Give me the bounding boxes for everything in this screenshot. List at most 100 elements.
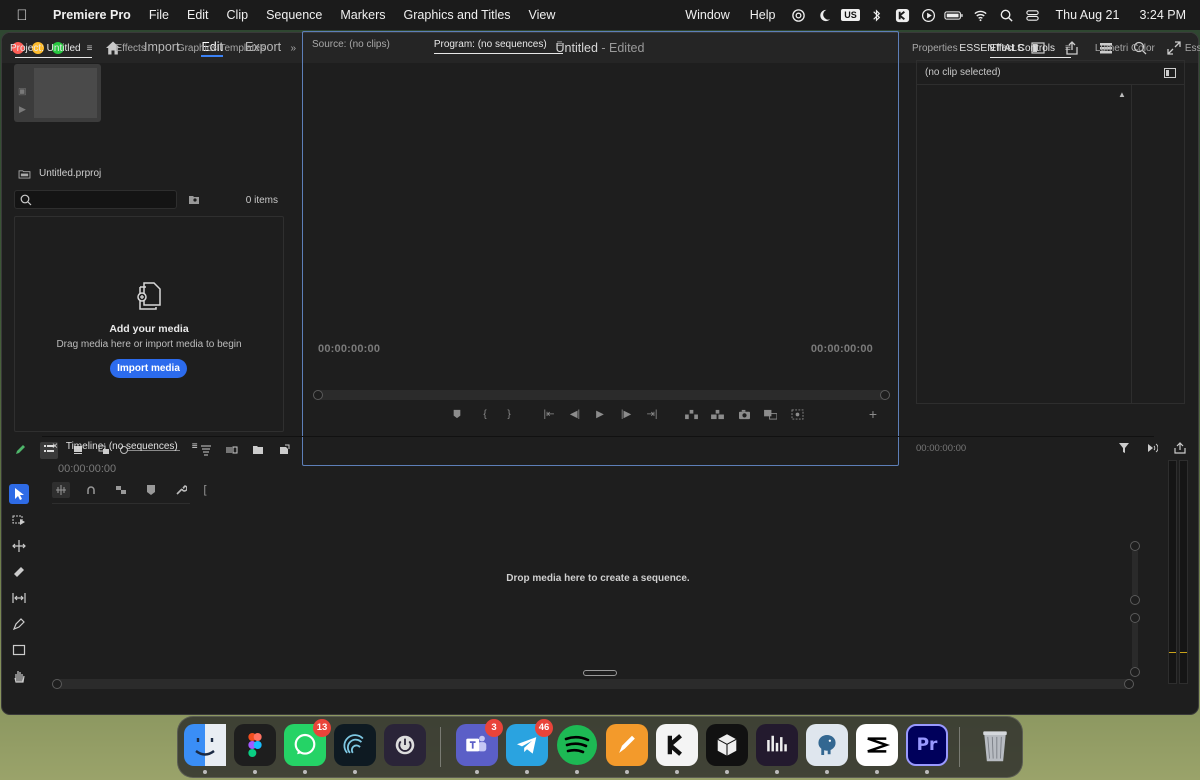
dock-trash[interactable] [974,724,1016,766]
scrollbar-top-handle[interactable] [1130,541,1140,551]
dock-teams[interactable]: 3 [456,719,503,766]
spotlight-icon[interactable] [993,8,1019,23]
panel-menu-icon[interactable]: ≡ [1065,43,1071,54]
dock-pages[interactable] [606,724,648,766]
timeline-drop-text[interactable]: Drop media here to create a sequence. [42,573,1154,584]
menu-graphics-titles[interactable]: Graphics and Titles [395,8,520,22]
pen-tool[interactable] [9,614,29,634]
dock-spotify[interactable] [556,724,598,766]
control-center-icon[interactable] [1019,8,1045,23]
go-to-in-icon[interactable]: |⇤ [541,406,557,422]
wifi-icon[interactable] [967,8,993,23]
step-forward-icon[interactable]: |▶ [618,406,634,422]
go-to-out-icon[interactable]: ⇥| [644,406,660,422]
dock-capcut[interactable] [856,724,898,766]
playhead-timecode[interactable]: 00:00:00:00 [318,343,380,355]
show-timeline-icon[interactable] [1164,68,1176,78]
menu-view[interactable]: View [520,8,565,22]
tab-effect-controls[interactable]: Effect Controls ≡ [981,43,1080,58]
menu-markers[interactable]: Markers [331,8,394,22]
ripple-edit-tool[interactable] [9,536,29,556]
dock-telegram[interactable]: 46 [506,719,553,766]
mark-in-icon[interactable]: { [477,406,493,422]
step-back-icon[interactable]: ◀| [567,406,583,422]
project-file[interactable]: Untitled.prproj [18,168,101,179]
dock-klack[interactable] [656,724,698,766]
menu-help[interactable]: Help [740,8,786,22]
audio-track-scrollbar[interactable] [1130,613,1140,677]
apple-icon[interactable]:  [0,7,44,24]
lift-icon[interactable] [683,406,699,422]
close-icon[interactable]: × [52,441,58,452]
timeline-title[interactable]: Timeline: (no sequences) [66,441,178,452]
add-marker-icon[interactable] [142,482,160,498]
add-marker-icon[interactable] [449,406,465,422]
menu-sequence[interactable]: Sequence [257,8,331,22]
slip-tool[interactable] [9,588,29,608]
menu-edit[interactable]: Edit [178,8,218,22]
klack-tray-icon[interactable] [889,8,915,23]
scrollbar-top-handle[interactable] [1130,613,1140,623]
dock-figma[interactable] [234,724,276,766]
dock-power[interactable] [384,724,426,766]
scrollbar-start-handle[interactable] [52,679,62,689]
hand-tool[interactable] [9,666,29,686]
rectangle-tool[interactable] [9,640,29,660]
compare-view-icon[interactable] [762,406,778,422]
scrubber-end-handle[interactable] [880,390,890,400]
snap-icon[interactable] [82,482,100,498]
play-button-icon[interactable]: ▶ [592,406,608,422]
dock-equalizer[interactable] [756,724,798,766]
menu-app-name[interactable]: Premiere Pro [44,8,140,22]
monitor-scrubber[interactable] [313,390,890,400]
proxy-toggle-icon[interactable] [789,406,805,422]
project-search-input[interactable] [14,190,177,209]
menu-time[interactable]: 3:24 PM [1129,8,1186,22]
tab-source-monitor[interactable]: Source: (no clips) [303,39,399,50]
tab-graphics-templates[interactable]: Graphics Templates [155,43,274,54]
project-thumbnail[interactable]: ▣ ▶ [14,64,101,122]
export-frame-icon[interactable] [736,406,752,422]
tab-project[interactable]: Project: Untitled ≡ [6,43,101,58]
import-media-button[interactable]: Import media [110,359,187,378]
selection-tool[interactable] [9,484,29,504]
dock-postgres[interactable] [806,724,848,766]
menu-file[interactable]: File [140,8,178,22]
dock-cube[interactable] [706,724,748,766]
tab-properties[interactable]: Properties [903,43,967,54]
play-circle-icon[interactable] [915,8,941,23]
scrollbar-end-handle[interactable] [1124,679,1134,689]
tab-program-monitor[interactable]: Program: (no sequences) ≡ [425,39,572,54]
moon-icon[interactable] [811,8,837,23]
find-bin-icon[interactable] [188,194,200,205]
panel-menu-icon[interactable]: ≡ [192,441,198,452]
panel-menu-icon[interactable]: ≡ [557,39,563,50]
export-icon[interactable] [1174,442,1186,454]
extract-icon[interactable] [709,406,725,422]
menu-window[interactable]: Window [675,8,739,22]
menu-clip[interactable]: Clip [218,8,258,22]
timeline-scrollbar[interactable] [52,679,1134,689]
dock-whatsapp[interactable]: 13 [284,719,331,766]
track-select-tool[interactable] [9,510,29,530]
timeline-timecode[interactable]: 00:00:00:00 [58,463,116,475]
button-editor-icon[interactable]: + [865,406,881,422]
panel-overflow-icon[interactable]: » [281,43,298,54]
mark-out-icon[interactable]: } [501,406,517,422]
dock-finder[interactable] [184,724,226,766]
collapse-triangle-icon[interactable]: ▲ [1118,90,1126,99]
tab-effects[interactable]: Effects [101,43,154,54]
scrollbar-bottom-handle[interactable] [1130,667,1140,677]
dock-coherence[interactable] [334,724,376,766]
bluetooth-icon[interactable] [863,8,889,23]
effect-controls-divider[interactable] [1131,85,1132,404]
keyboard-layout[interactable]: US [837,9,863,21]
tab-lumetri-color[interactable]: Lumetri Color [1086,43,1164,54]
dock-premiere-pro[interactable]: Pr [906,724,948,766]
video-track-scrollbar[interactable] [1130,541,1140,605]
razor-tool[interactable] [9,562,29,582]
scrollbar-bottom-handle[interactable] [1130,595,1140,605]
target-icon[interactable] [785,8,811,23]
menu-date[interactable]: Thu Aug 21 [1045,8,1129,22]
scrubber-start-handle[interactable] [313,390,323,400]
